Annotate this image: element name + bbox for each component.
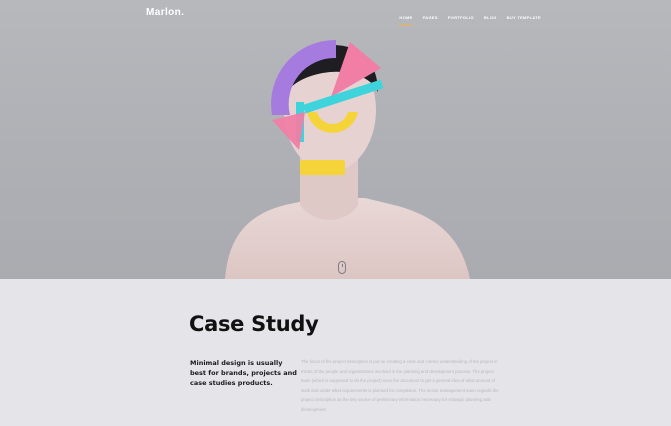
nav-item-portfolio[interactable]: PORTFOLIO [448,15,474,20]
main-nav: HOME PAGES PORTFOLIO BLOG BUY TEMPLATE [399,15,541,25]
section-title: Case Study [189,312,319,336]
yellow-bar-shape [300,160,345,175]
nav-item-blog[interactable]: BLOG [484,15,497,20]
nav-item-home[interactable]: HOME [399,15,413,25]
scroll-down-mouse-icon[interactable] [338,261,346,274]
section-tagline: Minimal design is usually best for brand… [190,359,297,387]
hero-artwork [225,39,470,279]
nav-item-pages[interactable]: PAGES [423,15,438,20]
nav-item-buy-template[interactable]: BUY TEMPLATE [507,15,541,20]
hero-section: Marlon. HOME PAGES PORTFOLIO BLOG BUY TE… [0,0,671,279]
brand-logo[interactable]: Marlon. [146,7,184,18]
case-study-section: Case Study Minimal design is usually bes… [0,279,671,426]
section-description: The focus of the project description is … [301,359,499,412]
